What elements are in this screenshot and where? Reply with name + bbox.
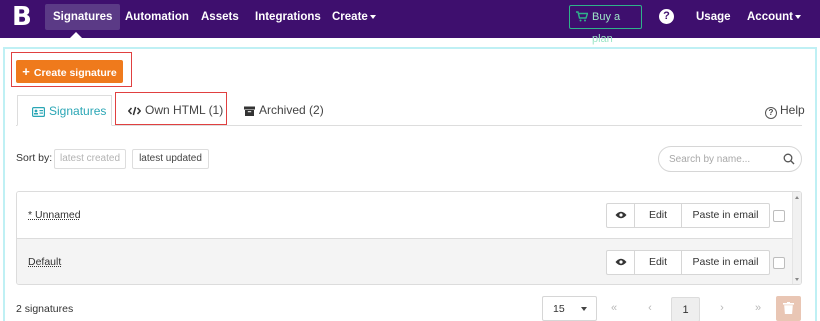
delete-button[interactable]	[776, 296, 801, 321]
sort-latest-updated-button[interactable]: latest updated	[132, 149, 209, 169]
preview-button[interactable]	[607, 251, 634, 274]
scroll-up-icon[interactable]	[795, 196, 799, 199]
eye-icon	[615, 211, 626, 219]
search-field	[658, 146, 802, 172]
code-icon	[128, 106, 141, 116]
paste-in-email-button[interactable]: Paste in email	[681, 251, 769, 274]
question-icon: ?	[765, 107, 777, 119]
signature-count: 2 signatures	[16, 303, 74, 315]
help-link[interactable]: ? Help	[765, 102, 805, 119]
nav-integrations[interactable]: Integrations	[247, 0, 329, 38]
row-checkbox[interactable]	[773, 210, 785, 222]
nav-usage[interactable]: Usage	[688, 0, 739, 38]
row-actions: Edit Paste in email	[606, 203, 770, 228]
row-checkbox[interactable]	[773, 257, 785, 269]
search-icon[interactable]	[783, 153, 795, 165]
scroll-down-icon[interactable]	[795, 278, 799, 281]
nav-account-label: Account	[747, 11, 793, 23]
sort-latest-created-button[interactable]: latest created	[54, 149, 126, 169]
tab-signatures[interactable]: Signatures	[17, 95, 112, 126]
buy-plan-button[interactable]: Buy a plan	[569, 5, 642, 45]
scrollbar[interactable]	[792, 192, 801, 284]
nav-create-label: Create	[332, 11, 368, 23]
nav-automation[interactable]: Automation	[117, 0, 197, 38]
trash-icon	[783, 302, 794, 314]
per-page-value: 15	[553, 303, 565, 315]
paste-in-email-button[interactable]: Paste in email	[681, 204, 769, 227]
create-signature-button[interactable]: + Create signature	[16, 60, 123, 83]
nav-account[interactable]: Account	[739, 0, 809, 38]
create-signature-label: Create signature	[33, 67, 117, 79]
tab-signatures-label: Signatures	[49, 104, 107, 118]
search-input[interactable]	[669, 152, 779, 167]
nav-signatures[interactable]: Signatures	[45, 4, 121, 30]
edit-button[interactable]: Edit	[634, 204, 681, 227]
plus-icon: +	[22, 64, 30, 79]
eye-icon	[615, 258, 626, 266]
nav-create[interactable]: Create	[324, 0, 384, 38]
tab-archived[interactable]: Archived (2)	[244, 95, 324, 126]
page-number[interactable]: 1	[671, 297, 700, 321]
row-actions: Edit Paste in email	[606, 250, 770, 275]
logo[interactable]: B	[12, 4, 32, 30]
last-page-button[interactable]: »	[746, 296, 770, 321]
cart-icon	[576, 11, 588, 22]
prev-page-button[interactable]: ‹	[638, 296, 662, 321]
table-row[interactable]: Default Edit Paste in email	[17, 239, 801, 284]
top-nav: B Signatures Automation Assets Integrati…	[0, 0, 820, 45]
active-indicator	[70, 32, 82, 38]
next-page-button[interactable]: ›	[710, 296, 734, 321]
signature-name[interactable]: Default	[28, 256, 61, 268]
preview-button[interactable]	[607, 204, 634, 227]
signatures-table: * Unnamed Edit Paste in email Default Ed…	[16, 191, 802, 285]
first-page-button[interactable]: «	[602, 296, 626, 321]
help-icon[interactable]: ?	[659, 9, 674, 24]
tab-own-html-label: Own HTML (1)	[145, 103, 224, 117]
edit-button[interactable]: Edit	[634, 251, 681, 274]
tab-own-html[interactable]: Own HTML (1)	[128, 95, 223, 126]
per-page-select[interactable]: 15	[542, 296, 597, 321]
table-row[interactable]: * Unnamed Edit Paste in email	[17, 192, 801, 239]
archive-icon	[244, 106, 255, 116]
chevron-down-icon	[795, 14, 801, 19]
nav-assets[interactable]: Assets	[193, 0, 247, 38]
buy-plan-label: Buy a plan	[592, 11, 621, 45]
chevron-down-icon	[369, 14, 376, 19]
id-card-icon	[32, 106, 45, 117]
sort-label: Sort by:	[16, 152, 53, 164]
help-label: Help	[780, 103, 805, 117]
signature-name[interactable]: * Unnamed	[28, 209, 81, 221]
chevron-down-icon	[581, 307, 587, 311]
tab-archived-label: Archived (2)	[259, 103, 324, 117]
